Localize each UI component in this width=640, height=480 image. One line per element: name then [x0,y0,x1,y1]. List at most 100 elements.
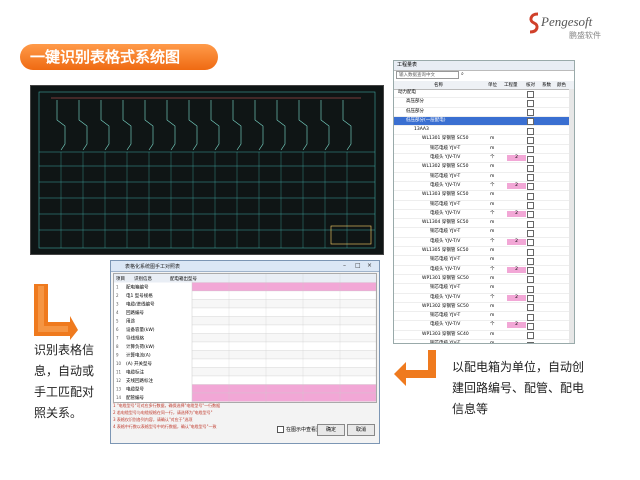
search-icon[interactable]: ⌕ [461,71,464,77]
tree-row[interactable]: 铜芯电缆 YJV-Tm [394,312,574,321]
tree-row-qty[interactable]: 2 [507,211,526,217]
grid-row-number: 12 [116,378,122,383]
tree-row[interactable]: WP1301 穿钢管 SC50m [394,275,574,284]
tree-row-checkbox[interactable] [527,221,534,228]
tree-row[interactable]: 电缆头 YJV-T/V个2 [394,294,574,303]
tree-row[interactable]: 电缆头 YJV-T/V 个 2 [394,154,574,163]
tree-row[interactable]: 铜芯电缆 YJV-Tm [394,256,574,265]
tree-row-checkbox[interactable] [527,323,534,330]
tree-row-checkbox[interactable] [527,183,534,190]
tree-row-checkbox[interactable] [527,109,534,116]
tree-row-checkbox[interactable] [527,267,534,274]
tree-row-checkbox[interactable] [527,165,534,172]
tree-row[interactable]: 电缆头 YJV-T/V个2 [394,210,574,219]
tree-row[interactable]: WL1302 穿钢管 SC50m [394,163,574,172]
grid-row-label: 回路编号 [126,309,144,316]
tree-row[interactable]: WL1304 穿钢管 SC50m [394,219,574,228]
tree-row[interactable]: 铜芯电缆 YJV-Tm [394,201,574,210]
tree-row-unit: 个 [490,238,495,246]
tree-row[interactable]: 铜芯电缆 YJV-Tm [394,173,574,182]
tree-row[interactable]: 电缆头 YJV-T/V个2 [394,238,574,247]
cancel-button[interactable]: 取消 [347,424,375,436]
tree-row[interactable]: WP1303 穿钢管 SC40m [394,331,574,340]
tree-row-qty[interactable]: 2 [507,322,526,328]
tree-row-checkbox[interactable] [527,146,534,153]
tree-row[interactable]: 铜芯电缆 YJV-Tm [394,228,574,237]
tree-row[interactable]: 动力配电 [394,89,574,98]
tree-row-checkbox[interactable] [527,156,534,163]
tree-row-checkbox[interactable] [527,193,534,200]
tree-row-unit: m [490,247,494,255]
tree-row-checkbox[interactable] [527,118,534,125]
grid-header-text: 配电箱出型号 [170,275,197,282]
grid-row [192,317,376,326]
tree-row-unit: m [490,228,494,236]
ok-button[interactable]: 确定 [317,424,345,436]
grid-row-number: 8 [116,344,119,349]
tree-row-qty[interactable]: 2 [507,239,526,245]
tree-row-label: 铜芯电缆 YJV-T [430,340,460,344]
tree-row-checkbox[interactable] [527,100,534,107]
col-name: 名称 [434,82,443,88]
tree-row[interactable]: WL1305 穿钢管 SC50m [394,247,574,256]
orange-arrow-icon [32,282,78,342]
tree-row-checkbox[interactable] [527,342,534,344]
grid-row-number: 7 [116,336,119,341]
tree-row[interactable]: 铜芯电缆 YJV-Tm [394,284,574,293]
tree-row[interactable]: 铜芯电缆 YJV-Tm [394,340,574,344]
tree-row-checkbox[interactable] [527,137,534,144]
tree-row-label: 电缆头 YJV-T/V [430,154,460,162]
tree-row-checkbox[interactable] [527,314,534,321]
tree-row-qty[interactable]: 2 [507,183,526,189]
tree-row-checkbox[interactable] [527,128,534,135]
tree-row-qty[interactable]: 2 [507,295,526,301]
tree-row-checkbox[interactable] [527,211,534,218]
tree-row-checkbox[interactable] [527,286,534,293]
tree-row[interactable]: WL1301 穿钢管 SC50m [394,135,574,144]
tree-row[interactable]: 13AA3 [394,126,574,135]
tree-row-checkbox[interactable] [527,230,534,237]
col-color: 颜色 [557,82,566,88]
tree-row-checkbox[interactable] [527,332,534,339]
checkbox-box[interactable] [277,426,284,433]
tree-row[interactable]: 低压部分(一层配电) [394,117,574,126]
tree-row-checkbox[interactable] [527,258,534,265]
tree-row[interactable]: WL1303 穿钢管 SC50m [394,191,574,200]
cad-circuit [299,100,307,150]
tree-row-qty[interactable]: 2 [507,267,526,273]
tree-row[interactable]: WP1302 穿钢管 SC50m [394,303,574,312]
tree-row[interactable]: 电缆头 YJV-T/V个2 [394,266,574,275]
tree-row-checkbox[interactable] [527,295,534,302]
minimize-icon[interactable]: – [343,262,346,269]
tree-row-checkbox[interactable] [527,91,534,98]
tree-row-checkbox[interactable] [527,202,534,209]
tree-row[interactable]: 铜芯电缆 YJV-Tm [394,145,574,154]
tree-row-checkbox[interactable] [527,174,534,181]
tree-row-label: WL1303 穿钢管 SC50 [422,191,469,199]
tree-row-label: 铜芯电缆 YJV-T [430,284,460,292]
tree-search-input[interactable]: 输入数据查询中文 [396,71,459,79]
tree-row-checkbox[interactable] [527,249,534,256]
tree-row-label: 低压部分(一层配电) [406,117,446,125]
grid-row [192,376,376,385]
maximize-icon[interactable]: □ [355,262,361,269]
cad-circuit [167,100,175,150]
tree-scrollbar[interactable] [569,89,574,343]
tree-row-unit: 个 [490,154,495,162]
tree-row-checkbox[interactable] [527,304,534,311]
tree-row[interactable]: 低压部分 [394,108,574,117]
tree-row-label: WP1302 穿钢管 SC50 [422,303,469,311]
tree-row[interactable]: 电缆头 YJV-T/V个2 [394,321,574,330]
tree-row-checkbox[interactable] [527,276,534,283]
dialog-title: 表格化系统图手工对照表 [125,263,180,270]
grid-row-label: 电缆标注 [126,369,144,376]
mapping-grid[interactable]: 项目识别信息配电箱出型号配电箱编号1电1 型号规格2电缆/进线编号3回路编号4用… [113,273,377,403]
tree-row-checkbox[interactable] [527,239,534,246]
tree-row-qty[interactable]: 2 [507,155,526,161]
tree-row[interactable]: 电缆头 YJV-T/V个2 [394,182,574,191]
grid-row-label: 用途 [126,318,135,325]
tree-row[interactable]: 高压部分 [394,98,574,107]
grid-row-label: 导线规格 [126,335,144,342]
close-icon[interactable]: × [367,262,372,269]
grid-row-number: 11 [116,370,122,375]
